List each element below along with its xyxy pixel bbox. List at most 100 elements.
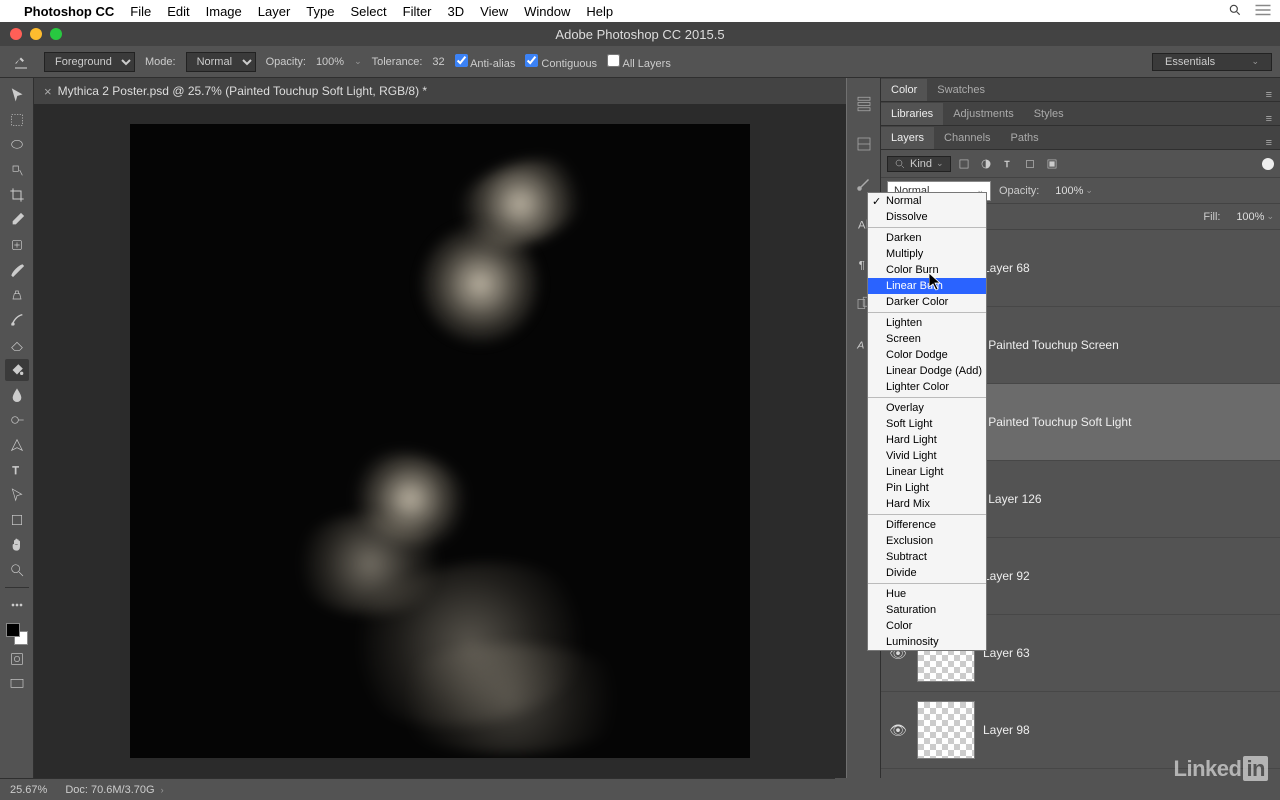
layer-name-label[interactable]: Layer 126 xyxy=(988,492,1041,506)
all-layers-checkbox[interactable]: All Layers xyxy=(607,54,671,70)
tab-libraries[interactable]: Libraries xyxy=(881,103,943,125)
zoom-tool[interactable] xyxy=(5,559,29,581)
blend-mode-item[interactable]: Overlay xyxy=(868,400,986,416)
menu-type[interactable]: Type xyxy=(306,4,334,19)
blend-mode-item[interactable]: Lighten xyxy=(868,315,986,331)
layer-fill-value[interactable] xyxy=(1228,211,1264,223)
filter-adjustment-icon[interactable] xyxy=(977,155,995,173)
layer-visibility-icon[interactable]: 👁 xyxy=(887,722,909,739)
blend-mode-item[interactable]: Exclusion xyxy=(868,533,986,549)
menu-select[interactable]: Select xyxy=(350,4,386,19)
current-tool-icon[interactable] xyxy=(8,49,34,75)
menu-image[interactable]: Image xyxy=(206,4,242,19)
blend-mode-item[interactable]: Lighter Color xyxy=(868,379,986,395)
doc-size[interactable]: Doc: 70.6M/3.70G xyxy=(65,784,154,796)
blend-mode-item[interactable]: Hard Mix xyxy=(868,496,986,512)
mode-select[interactable]: Normal xyxy=(186,52,256,72)
history-panel-icon[interactable] xyxy=(852,92,876,116)
hand-tool[interactable] xyxy=(5,534,29,556)
tolerance-value[interactable]: 32 xyxy=(432,56,444,68)
workspace-switcher[interactable]: Essentials⌄ xyxy=(1152,53,1272,71)
tab-styles[interactable]: Styles xyxy=(1024,103,1074,125)
menu-help[interactable]: Help xyxy=(586,4,613,19)
layers-panel-menu-icon[interactable]: ≡ xyxy=(1258,137,1280,149)
layer-thumbnail[interactable] xyxy=(917,701,975,759)
contiguous-checkbox[interactable]: Contiguous xyxy=(525,54,597,70)
blend-mode-item[interactable]: Hard Light xyxy=(868,432,986,448)
crop-tool[interactable] xyxy=(5,184,29,206)
layer-name-label[interactable]: Layer 68 xyxy=(983,261,1030,275)
layer-name-label[interactable]: Layer 63 xyxy=(983,646,1030,660)
fill-source-select[interactable]: Foreground xyxy=(44,52,135,72)
foreground-background-swatch[interactable] xyxy=(6,623,28,645)
blend-mode-item[interactable]: Soft Light xyxy=(868,416,986,432)
menu-file[interactable]: File xyxy=(130,4,151,19)
color-panel-menu-icon[interactable]: ≡ xyxy=(1258,89,1280,101)
edit-toolbar-icon[interactable] xyxy=(5,594,29,616)
menu-layer[interactable]: Layer xyxy=(258,4,291,19)
layer-name-label[interactable]: Layer 98 xyxy=(983,723,1030,737)
blend-mode-item[interactable]: Multiply xyxy=(868,246,986,262)
tab-swatches[interactable]: Swatches xyxy=(927,79,995,101)
blend-mode-item[interactable]: Linear Burn xyxy=(868,278,986,294)
doc-info-stepper-icon[interactable]: › xyxy=(161,785,164,795)
zoom-level[interactable]: 25.67% xyxy=(10,784,47,796)
eyedropper-tool[interactable] xyxy=(5,209,29,231)
tab-layers[interactable]: Layers xyxy=(881,127,934,149)
healing-brush-tool[interactable] xyxy=(5,234,29,256)
blend-mode-item[interactable]: Pin Light xyxy=(868,480,986,496)
document-tab[interactable]: × Mythica 2 Poster.psd @ 25.7% (Painted … xyxy=(34,78,846,104)
blend-mode-item[interactable]: Darker Color xyxy=(868,294,986,310)
libraries-panel-menu-icon[interactable]: ≡ xyxy=(1258,113,1280,125)
blend-mode-item[interactable]: Color xyxy=(868,618,986,634)
layer-name-label[interactable]: Painted Touchup Soft Light xyxy=(988,415,1131,429)
filter-type-icon[interactable]: T xyxy=(999,155,1017,173)
type-tool[interactable]: T xyxy=(5,459,29,481)
canvas[interactable] xyxy=(130,124,750,758)
blend-mode-item[interactable]: Color Burn xyxy=(868,262,986,278)
path-select-tool[interactable] xyxy=(5,484,29,506)
filter-smart-icon[interactable] xyxy=(1043,155,1061,173)
blend-mode-item[interactable]: Color Dodge xyxy=(868,347,986,363)
pen-tool[interactable] xyxy=(5,434,29,456)
layer-opacity-value[interactable] xyxy=(1047,185,1083,197)
tab-color[interactable]: Color xyxy=(881,79,927,101)
menu-filter[interactable]: Filter xyxy=(403,4,432,19)
opacity-stepper-icon[interactable]: ⌄ xyxy=(354,56,362,67)
shape-tool[interactable] xyxy=(5,509,29,531)
blend-mode-menu[interactable]: NormalDissolveDarkenMultiplyColor BurnLi… xyxy=(867,192,987,651)
history-brush-tool[interactable] xyxy=(5,309,29,331)
tab-paths[interactable]: Paths xyxy=(1001,127,1049,149)
quick-select-tool[interactable] xyxy=(5,159,29,181)
menu-window[interactable]: Window xyxy=(524,4,570,19)
filter-shape-icon[interactable] xyxy=(1021,155,1039,173)
screen-mode-icon[interactable] xyxy=(5,673,29,695)
document-close-icon[interactable]: × xyxy=(44,84,52,99)
filter-pixel-icon[interactable] xyxy=(955,155,973,173)
properties-panel-icon[interactable] xyxy=(852,132,876,156)
quick-mask-icon[interactable] xyxy=(5,648,29,670)
spotlight-search-icon[interactable] xyxy=(1228,3,1242,20)
blend-mode-item[interactable]: Linear Light xyxy=(868,464,986,480)
menu-edit[interactable]: Edit xyxy=(167,4,189,19)
layer-filter-kind-select[interactable]: Kind⌄ xyxy=(887,156,951,172)
blend-mode-item[interactable]: Linear Dodge (Add) xyxy=(868,363,986,379)
menu-extras-icon[interactable] xyxy=(1254,3,1272,20)
blur-tool[interactable] xyxy=(5,384,29,406)
blend-mode-item[interactable]: Divide xyxy=(868,565,986,581)
menu-3d[interactable]: 3D xyxy=(448,4,465,19)
dodge-tool[interactable] xyxy=(5,409,29,431)
move-tool[interactable] xyxy=(5,84,29,106)
menu-view[interactable]: View xyxy=(480,4,508,19)
paint-bucket-tool[interactable] xyxy=(5,359,29,381)
blend-mode-item[interactable]: Subtract xyxy=(868,549,986,565)
tab-channels[interactable]: Channels xyxy=(934,127,1000,149)
opacity-value[interactable]: 100% xyxy=(316,56,344,68)
blend-mode-item[interactable]: Darken xyxy=(868,230,986,246)
brush-tool[interactable] xyxy=(5,259,29,281)
lasso-tool[interactable] xyxy=(5,134,29,156)
marquee-tool[interactable] xyxy=(5,109,29,131)
blend-mode-item[interactable]: Screen xyxy=(868,331,986,347)
blend-mode-item[interactable]: Dissolve xyxy=(868,209,986,225)
eraser-tool[interactable] xyxy=(5,334,29,356)
